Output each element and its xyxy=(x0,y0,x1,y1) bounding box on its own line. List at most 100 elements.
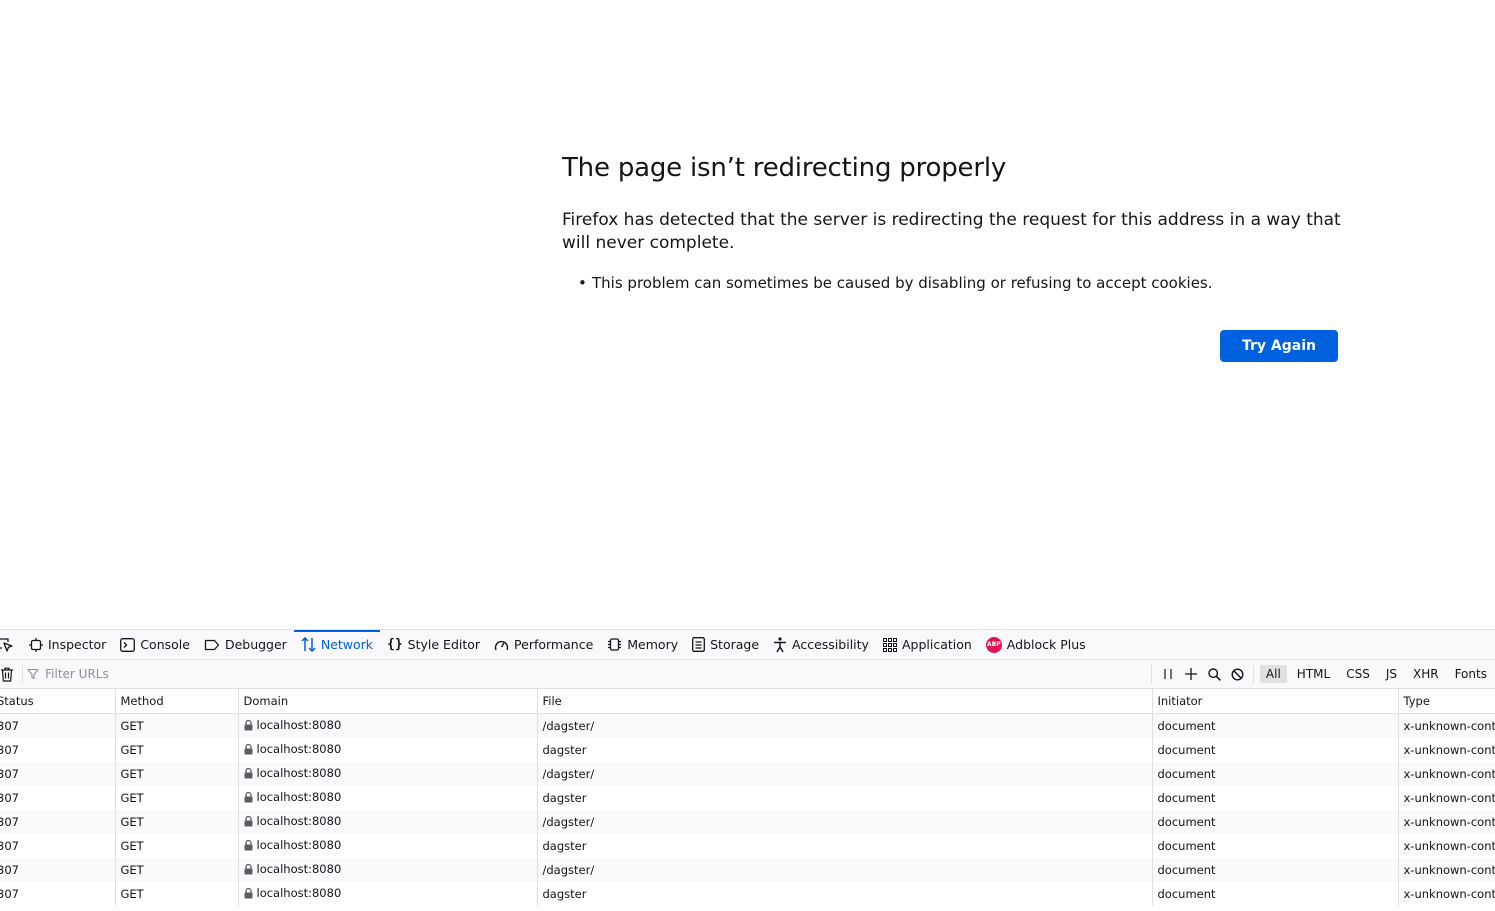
column-header-domain[interactable]: Domain xyxy=(238,689,537,714)
tab-performance[interactable]: Performance xyxy=(487,630,600,659)
table-row[interactable]: 307 GET localhost:8080/dagster/document x-u… xyxy=(0,810,1495,834)
request-type-text: x-unknown-conte xyxy=(1404,719,1495,733)
request-status: 307 xyxy=(0,738,115,762)
clear-requests-icon[interactable] xyxy=(0,667,18,682)
tab-inspector[interactable]: Inspector xyxy=(22,630,113,659)
request-domain-text: localhost:8080 xyxy=(257,814,342,828)
request-initiator-text: document xyxy=(1158,719,1216,733)
network-toolbar: All HTML CSS JS XHR Fonts xyxy=(0,660,1495,689)
request-file-text: /dagster/ xyxy=(543,767,595,781)
error-hints: This problem can sometimes be caused by … xyxy=(578,273,1213,294)
request-initiator-text: document xyxy=(1158,863,1216,877)
request-status: 307 xyxy=(0,762,115,786)
error-description: Firefox has detected that the server is … xyxy=(562,209,1352,255)
request-method-text: GET xyxy=(121,767,144,781)
pause-icon[interactable] xyxy=(1156,668,1179,680)
tab-console[interactable]: Console xyxy=(113,630,197,659)
request-status-text: 307 xyxy=(0,815,19,829)
tab-label: Inspector xyxy=(48,637,106,652)
column-header-initiator[interactable]: Initiator xyxy=(1152,689,1398,714)
type-filter-html[interactable]: HTML xyxy=(1291,665,1336,683)
tab-label: Performance xyxy=(514,637,593,652)
style-editor-icon: {} xyxy=(387,637,403,652)
element-picker-icon[interactable] xyxy=(0,630,22,659)
tab-network[interactable]: Network xyxy=(294,630,380,659)
column-header-method[interactable]: Method xyxy=(115,689,238,714)
tab-label: Style Editor xyxy=(408,637,480,652)
tab-adblock-plus[interactable]: ABP Adblock Plus xyxy=(979,630,1093,659)
toolbar-divider xyxy=(1253,665,1254,683)
table-row[interactable]: 307 GET localhost:8080/dagster/documentx-u… xyxy=(0,762,1495,786)
block-icon[interactable] xyxy=(1226,668,1249,681)
column-header-type[interactable]: Type xyxy=(1398,689,1495,714)
request-domain-text: localhost:8080 xyxy=(257,766,342,780)
table-row[interactable]: 307GETlocalhost:8080dagsterdocumentx-unk… xyxy=(0,882,1495,906)
request-status: 307 xyxy=(0,882,115,906)
column-header-file[interactable]: File xyxy=(537,689,1152,714)
type-filter-xhr[interactable]: XHR xyxy=(1407,665,1445,683)
request-type: x-unknown-conte xyxy=(1398,834,1495,858)
request-method-text: GET xyxy=(121,863,144,877)
request-domain-text: localhost:8080 xyxy=(257,742,342,756)
tab-debugger[interactable]: Debugger xyxy=(197,630,294,659)
request-domain: localhost:8080 xyxy=(238,810,537,834)
request-initiator: document xyxy=(1152,738,1398,762)
column-header-status[interactable]: Status xyxy=(0,689,115,714)
table-row[interactable]: 307 GET localhost:8080 dagster documentx-unk… xyxy=(0,834,1495,858)
filter-icon xyxy=(27,668,39,680)
request-domain-text: localhost:8080 xyxy=(257,862,342,876)
type-filter-fonts[interactable]: Fonts xyxy=(1449,665,1493,683)
tab-label: Console xyxy=(140,637,190,652)
tab-label: Storage xyxy=(710,637,759,652)
request-status: 307 xyxy=(0,834,115,858)
request-file: dagster xyxy=(537,882,1152,906)
add-request-blocking-icon[interactable] xyxy=(1179,668,1202,680)
table-row[interactable]: 307GETlocalhost:8080dagsterdocumentx-unk… xyxy=(0,786,1495,810)
tab-label: Debugger xyxy=(225,637,287,652)
request-initiator: document xyxy=(1152,714,1398,739)
request-initiator: document xyxy=(1152,858,1398,882)
request-type: x-unknown-conte xyxy=(1398,810,1495,834)
lock-icon xyxy=(244,768,253,782)
filter-urls-input[interactable] xyxy=(43,666,1147,682)
request-domain-text: localhost:8080 xyxy=(257,838,342,852)
application-icon xyxy=(883,638,897,652)
request-type: x-unknown-conte xyxy=(1398,762,1495,786)
type-filter-js[interactable]: JS xyxy=(1380,665,1403,683)
tab-accessibility[interactable]: Accessibility xyxy=(766,630,876,659)
tab-memory[interactable]: Memory xyxy=(600,630,685,659)
tab-style-editor[interactable]: {} Style Editor xyxy=(380,630,487,659)
table-row[interactable]: 307GETlocalhost:8080dagsterdocumentx-unk… xyxy=(0,738,1495,762)
request-file: dagster xyxy=(537,738,1152,762)
request-type-text: x-unknown-conte xyxy=(1404,887,1495,901)
request-status-text: 307 xyxy=(0,839,19,853)
table-row[interactable]: 307GETlocalhost:8080/dagster/documentx-u… xyxy=(0,858,1495,882)
request-domain: localhost:8080 xyxy=(238,786,537,810)
tab-application[interactable]: Application xyxy=(876,630,979,659)
error-title: The page isn’t redirecting properly xyxy=(562,153,1006,183)
request-initiator-text: document xyxy=(1158,815,1216,829)
tab-storage[interactable]: Storage xyxy=(685,630,766,659)
tab-label: Adblock Plus xyxy=(1007,637,1086,652)
request-status: 307 xyxy=(0,786,115,810)
type-filter-all[interactable]: All xyxy=(1260,665,1287,683)
request-type: x-unknown-conte xyxy=(1398,882,1495,906)
inspector-icon xyxy=(29,638,43,652)
table-row[interactable]: 307GETlocalhost:8080/dagster/documentx-u… xyxy=(0,714,1495,739)
toolbar-divider xyxy=(22,665,23,683)
request-initiator-text: document xyxy=(1158,791,1216,805)
request-method-text: GET xyxy=(121,719,144,733)
request-initiator: document xyxy=(1152,762,1398,786)
search-icon[interactable] xyxy=(1203,668,1226,681)
request-domain-text: localhost:8080 xyxy=(257,790,342,804)
request-method: GET xyxy=(115,810,238,834)
memory-icon xyxy=(607,637,622,652)
try-again-button[interactable]: Try Again xyxy=(1220,330,1338,362)
type-filter-css[interactable]: CSS xyxy=(1340,665,1376,683)
request-file-text: dagster xyxy=(543,839,587,853)
request-file-text: /dagster/ xyxy=(543,815,595,829)
lock-icon xyxy=(244,744,253,758)
request-initiator: document xyxy=(1152,834,1398,858)
tab-label: Accessibility xyxy=(792,637,869,652)
request-method: GET xyxy=(115,834,238,858)
